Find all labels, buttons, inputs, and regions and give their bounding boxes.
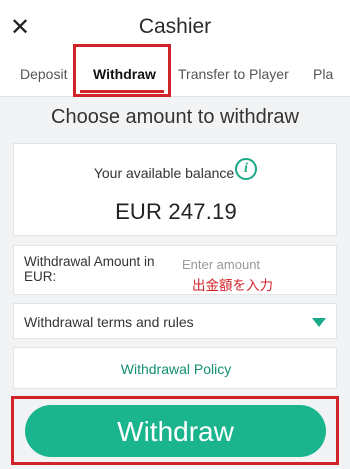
withdrawal-terms-dropdown[interactable]: Withdrawal terms and rules (13, 303, 337, 339)
balance-card: Your available balance i EUR 247.19 (13, 143, 337, 236)
cashier-tabs: Deposit Withdraw Transfer to Player Pla (0, 56, 350, 97)
withdraw-button[interactable]: Withdraw (25, 405, 326, 457)
tab-withdraw[interactable]: Withdraw (93, 66, 156, 82)
page-title: Cashier (138, 15, 212, 38)
enter-amount-annotation: 出金額を入力 (192, 278, 273, 294)
withdrawal-terms-label: Withdrawal terms and rules (24, 314, 194, 330)
withdrawal-policy-card[interactable]: Withdrawal Policy (13, 347, 337, 389)
withdrawal-amount-field: Withdrawal Amount in EUR: (13, 245, 337, 295)
balance-value: EUR 247.19 (115, 199, 237, 224)
section-heading: Choose amount to withdraw (51, 106, 299, 128)
withdrawal-amount-label: Withdrawal Amount in EUR: (24, 254, 155, 284)
tab-deposit[interactable]: Deposit (20, 66, 67, 82)
withdrawal-amount-input[interactable] (182, 254, 327, 274)
cashier-header: ✕ Cashier (0, 0, 350, 56)
balance-label: Your available balance (93, 165, 235, 181)
withdrawal-policy-link[interactable]: Withdrawal Policy (14, 361, 338, 377)
info-icon[interactable]: i (235, 158, 257, 180)
tab-play[interactable]: Pla (313, 66, 333, 82)
tab-transfer-to-player[interactable]: Transfer to Player (178, 66, 289, 82)
chevron-down-icon (312, 318, 326, 327)
active-tab-indicator (80, 90, 164, 93)
